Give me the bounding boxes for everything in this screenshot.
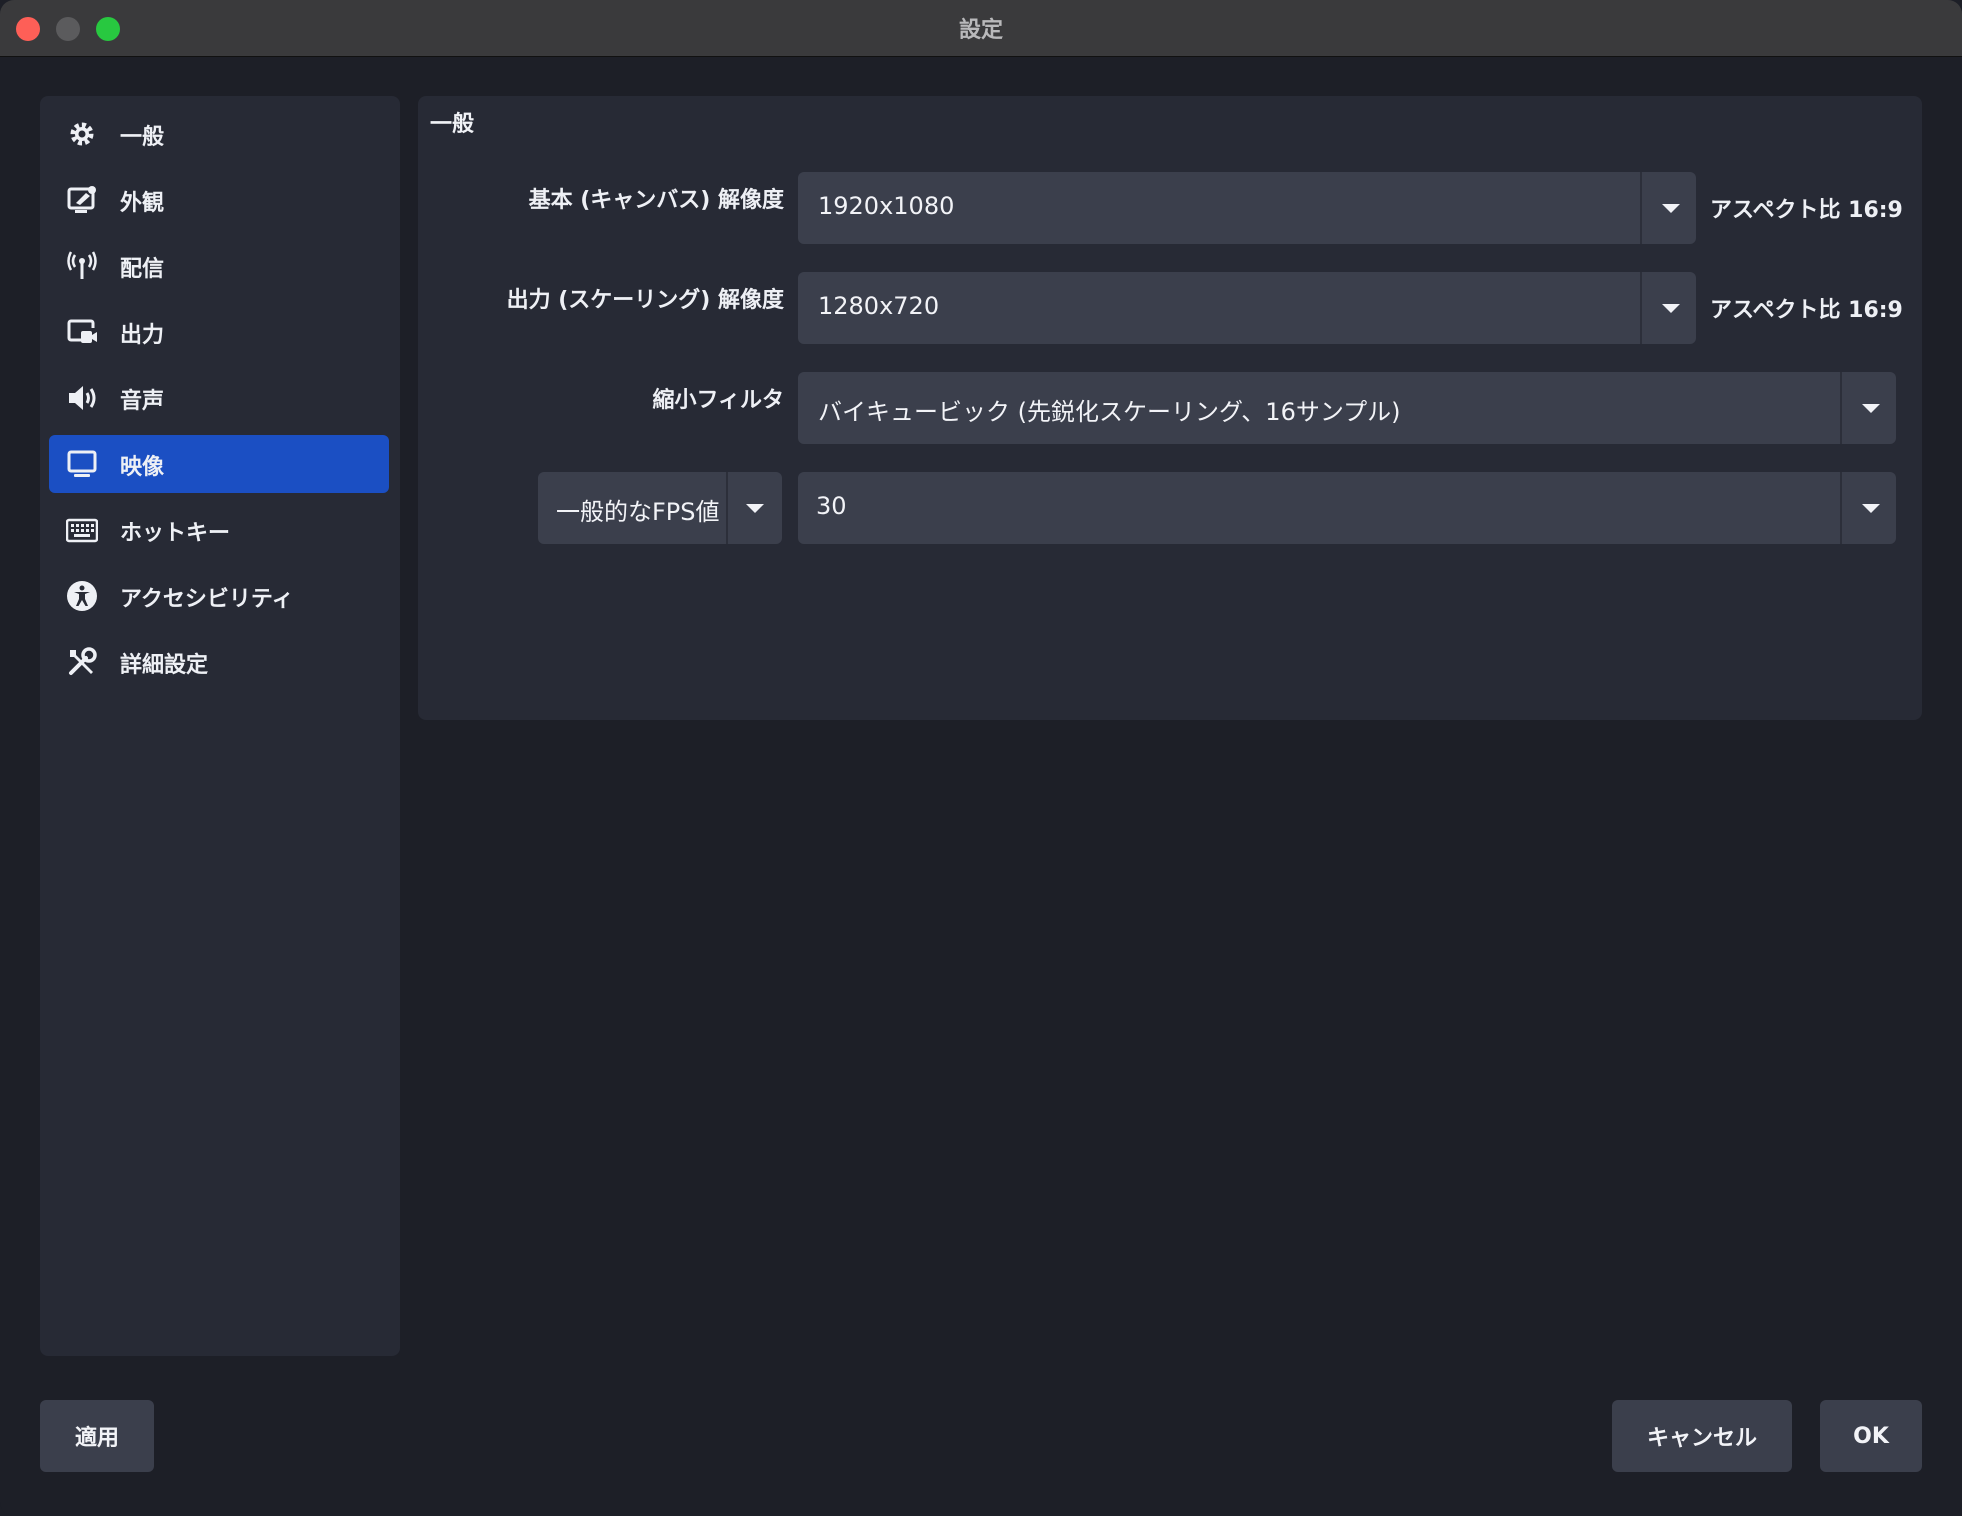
aspect-ratio-prefix: アスペクト比 xyxy=(1710,298,1841,323)
keyboard-icon xyxy=(65,514,99,546)
output-icon xyxy=(65,316,99,348)
sidebar-item-accessibility[interactable]: アクセシビリティ xyxy=(49,567,389,625)
window-title: 設定 xyxy=(958,18,1003,43)
title-bar: 設定 xyxy=(0,0,1962,57)
chevron-down-icon[interactable] xyxy=(730,472,780,544)
settings-sidebar: 一般 外観 配信 出力 音声 映像 ホットキー アクセシビリティ 詳細設定 xyxy=(40,96,400,1356)
tools-icon xyxy=(65,646,99,678)
output-resolution-combobox[interactable]: 1280x720 xyxy=(798,272,1696,344)
sidebar-item-label: アクセシビリティ xyxy=(120,587,294,612)
downscale-filter-label: 縮小フィルタ xyxy=(652,388,784,413)
output-aspect-ratio: アスペクト比 16:9 xyxy=(1710,292,1903,324)
sidebar-item-label: ホットキー xyxy=(120,521,231,546)
gear-icon xyxy=(65,118,99,150)
panel-title: 一般 xyxy=(430,112,475,137)
settings-window: 設定 一般 外観 配信 出力 音声 映像 ホットキー アクセシビリティ 詳細設定… xyxy=(0,0,1962,1516)
sidebar-item-label: 音声 xyxy=(120,389,165,414)
chevron-down-icon[interactable] xyxy=(1646,172,1696,244)
output-resolution-label: 出力 (スケーリング) 解像度 xyxy=(506,288,784,313)
speaker-icon xyxy=(65,382,99,414)
sidebar-item-general[interactable]: 一般 xyxy=(49,105,389,163)
appearance-icon xyxy=(65,184,99,216)
sidebar-item-label: 配信 xyxy=(120,257,165,282)
sidebar-item-label: 外観 xyxy=(120,191,165,216)
sidebar-item-advanced[interactable]: 詳細設定 xyxy=(49,633,389,691)
fps-value-combobox[interactable]: 30 xyxy=(798,472,1896,544)
sidebar-item-label: 映像 xyxy=(120,455,165,480)
sidebar-item-label: 詳細設定 xyxy=(120,653,209,678)
sidebar-item-hotkeys[interactable]: ホットキー xyxy=(49,501,389,559)
sidebar-item-stream[interactable]: 配信 xyxy=(49,237,389,295)
base-resolution-combobox[interactable]: 1920x1080 xyxy=(798,172,1696,244)
downscale-filter-value: バイキュービック (先鋭化スケーリング、16サンプル) xyxy=(818,398,1401,426)
sidebar-item-label: 一般 xyxy=(120,125,165,150)
sidebar-item-audio[interactable]: 音声 xyxy=(49,369,389,427)
aspect-ratio-value: 16:9 xyxy=(1848,298,1903,323)
antenna-icon xyxy=(65,250,99,282)
sidebar-item-video[interactable]: 映像 xyxy=(49,435,389,493)
accessibility-icon xyxy=(65,580,99,612)
fps-type-value: 一般的なFPS値 xyxy=(556,498,720,526)
fps-type-combobox[interactable]: 一般的なFPS値 xyxy=(538,472,782,544)
video-settings-panel: 一般 基本 (キャンバス) 解像度 1920x1080 アスペクト比 16:9 … xyxy=(418,96,1922,720)
monitor-icon xyxy=(65,448,99,480)
downscale-filter-combobox[interactable]: バイキュービック (先鋭化スケーリング、16サンプル) xyxy=(798,372,1896,444)
aspect-ratio-prefix: アスペクト比 xyxy=(1710,198,1841,223)
sidebar-item-output[interactable]: 出力 xyxy=(49,303,389,361)
output-resolution-value: 1280x720 xyxy=(818,292,940,320)
aspect-ratio-value: 16:9 xyxy=(1848,198,1903,223)
cancel-button[interactable]: キャンセル xyxy=(1612,1400,1792,1472)
sidebar-item-appearance[interactable]: 外観 xyxy=(49,171,389,229)
fps-value: 30 xyxy=(816,492,847,520)
base-resolution-label: 基本 (キャンバス) 解像度 xyxy=(528,188,784,213)
chevron-down-icon[interactable] xyxy=(1846,472,1896,544)
sidebar-item-label: 出力 xyxy=(120,323,165,348)
base-aspect-ratio: アスペクト比 16:9 xyxy=(1710,192,1903,224)
apply-button[interactable]: 適用 xyxy=(40,1400,154,1472)
ok-button[interactable]: OK xyxy=(1820,1400,1922,1472)
chevron-down-icon[interactable] xyxy=(1646,272,1696,344)
chevron-down-icon[interactable] xyxy=(1846,372,1896,444)
base-resolution-value: 1920x1080 xyxy=(818,192,955,220)
